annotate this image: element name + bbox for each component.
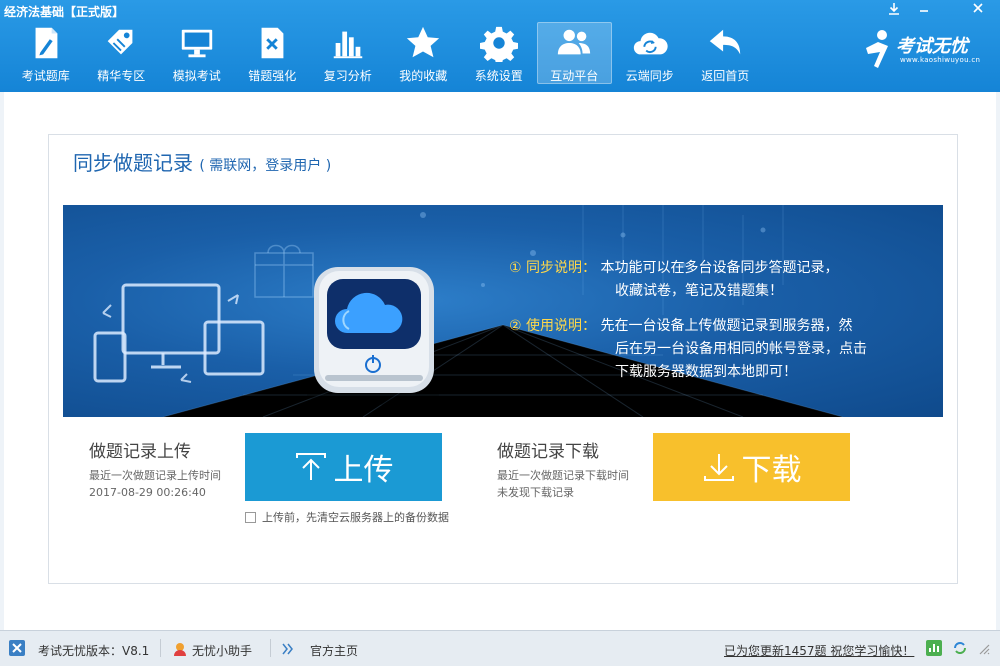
nav-interactive-platform[interactable]: 互动平台	[536, 22, 612, 84]
upload-icon	[295, 453, 326, 480]
logo-mark-icon	[866, 30, 888, 68]
upload-last-label: 最近一次做题记录上传时间	[89, 469, 221, 482]
nav-back-home[interactable]: 返回首页	[688, 22, 764, 84]
upload-button[interactable]: 上传	[245, 433, 442, 501]
page-title: 同步做题记录 ( 需联网，登录用户 )	[73, 147, 331, 176]
clear-backup-option[interactable]: 上传前，先清空云服务器上的备份数据	[245, 509, 449, 525]
refresh-icon[interactable]	[952, 640, 968, 656]
nav-settings[interactable]: 系统设置	[461, 22, 537, 84]
sync-banner: ① 同步说明： 本功能可以在多台设备同步答题记录， 收藏试卷，笔记及错题集！ ②…	[63, 205, 943, 417]
assistant-icon	[174, 643, 186, 656]
exam-bank-icon	[35, 27, 58, 59]
usage-description-line2: 后在另一台设备用相同的帐号登录，点击	[615, 341, 867, 357]
app-title: 经济法基础【正式版】	[4, 5, 125, 19]
status-divider	[160, 639, 161, 657]
upload-button-label: 上传	[333, 453, 394, 488]
star-icon	[407, 26, 440, 58]
double-chevron-icon	[282, 643, 293, 655]
sync-description-line2: 收藏试卷，笔记及错题集！	[615, 283, 783, 299]
nav-label: 精华专区	[97, 69, 146, 83]
status-divider	[270, 639, 271, 657]
download-info: 最近一次做题记录下载时间 未发现下载记录	[497, 467, 629, 501]
nav-mock-exam[interactable]: 模拟考试	[159, 22, 235, 84]
users-icon	[558, 29, 591, 55]
upload-info: 最近一次做题记录上传时间 2017-08-29 00:26:40	[89, 467, 221, 501]
clear-backup-label: 上传前，先清空云服务器上的备份数据	[262, 511, 449, 524]
download-button-label: 下载	[741, 453, 802, 488]
back-arrow-icon	[710, 29, 741, 55]
monitor-icon	[181, 29, 212, 58]
download-last-label: 最近一次做题记录下载时间	[497, 469, 629, 482]
download-button[interactable]: 下载	[653, 433, 850, 501]
nav-cloud-sync[interactable]: 云端同步	[612, 22, 688, 84]
app-icon	[9, 640, 25, 656]
nav-label: 考试题库	[21, 69, 70, 83]
minimize-button[interactable]	[912, 2, 936, 19]
usage-description-cont: 后在另一台设备用相同的帐号登录，点击 下载服务器数据到本地即可！	[615, 338, 867, 384]
download-update-icon[interactable]	[882, 2, 906, 21]
nav-favorites[interactable]: 我的收藏	[386, 22, 462, 84]
main-nav: 考试题库 精华专区 模拟考试 错题强化 复习分析 我的收藏 系统设置 互动平台 …	[8, 22, 763, 84]
update-message[interactable]: 已为您更新1457题 祝您学习愉快！	[724, 642, 914, 659]
title-bar: 经济法基础【正式版】 考试题库 精华专区 模拟考试 错题强化 复习分析 我的收藏…	[0, 0, 1000, 92]
sync-description-tag: ① 同步说明：	[509, 260, 597, 276]
usage-description-tag: ② 使用说明：	[509, 318, 597, 334]
usage-description: ② 使用说明： 先在一台设备上传做题记录到服务器，然	[509, 315, 852, 338]
banner-illustration	[93, 205, 844, 417]
sync-description: ① 同步说明： 本功能可以在多台设备同步答题记录，	[509, 257, 838, 280]
sync-description-line1: 本功能可以在多台设备同步答题记录，	[600, 260, 839, 276]
sync-description-cont: 收藏试卷，笔记及错题集！	[615, 280, 783, 303]
logo-url: www.kaoshiwuyou.cn	[900, 56, 981, 64]
nav-label: 复习分析	[323, 69, 372, 83]
homepage-label: 官方主页	[310, 644, 359, 658]
main-content: 同步做题记录 ( 需联网，登录用户 ) ① 同步说明： 本功能可以在多台设备同步…	[4, 92, 996, 630]
usage-description-line3: 下载服务器数据到本地即可！	[615, 364, 797, 380]
usage-description-line1: 先在一台设备上传做题记录到服务器，然	[600, 318, 853, 334]
nav-label: 我的收藏	[399, 69, 448, 83]
homepage-link[interactable]: 官方主页	[282, 631, 362, 665]
download-status: 未发现下载记录	[497, 486, 574, 499]
page-title-text: 同步做题记录	[73, 151, 193, 175]
assistant-label: 无忧小助手	[192, 644, 253, 658]
close-button[interactable]	[966, 2, 990, 19]
clear-backup-checkbox[interactable]	[245, 511, 256, 523]
cloud-sync-icon	[633, 32, 668, 55]
wrong-doc-icon	[261, 27, 284, 59]
resize-grip-icon[interactable]	[976, 641, 990, 655]
nav-label: 模拟考试	[172, 69, 221, 83]
bar-chart-icon	[333, 31, 362, 59]
stats-icon[interactable]	[926, 640, 942, 656]
gear-icon	[479, 26, 518, 62]
nav-label: 云端同步	[625, 69, 674, 83]
version-label: 考试无忧版本：V8.1	[38, 644, 150, 658]
nav-label: 互动平台	[550, 69, 599, 83]
tag-icon	[107, 29, 133, 55]
download-icon	[703, 454, 734, 481]
nav-wrong-questions[interactable]: 错题强化	[235, 22, 311, 84]
page-subtitle: ( 需联网，登录用户 )	[199, 158, 332, 174]
nav-label: 返回首页	[701, 69, 750, 83]
nav-review-analysis[interactable]: 复习分析	[310, 22, 386, 84]
assistant-link[interactable]: 无忧小助手	[172, 631, 260, 665]
status-bar: 考试无忧版本：V8.1 无忧小助手 官方主页 已为您更新1457题 祝您学习愉快…	[0, 630, 1000, 666]
brand-logo: 考试无忧 www.kaoshiwuyou.cn	[856, 24, 994, 74]
nav-featured[interactable]: 精华专区	[84, 22, 160, 84]
nav-label: 错题强化	[248, 69, 297, 83]
download-title: 做题记录下载	[497, 442, 599, 462]
nav-exam-bank[interactable]: 考试题库	[8, 22, 84, 84]
sync-panel: 同步做题记录 ( 需联网，登录用户 ) ① 同步说明： 本功能可以在多台设备同步…	[48, 134, 958, 584]
logo-name: 考试无忧	[896, 36, 968, 57]
upload-last-time: 2017-08-29 00:26:40	[89, 486, 206, 499]
upload-title: 做题记录上传	[89, 442, 191, 462]
nav-label: 系统设置	[474, 69, 523, 83]
